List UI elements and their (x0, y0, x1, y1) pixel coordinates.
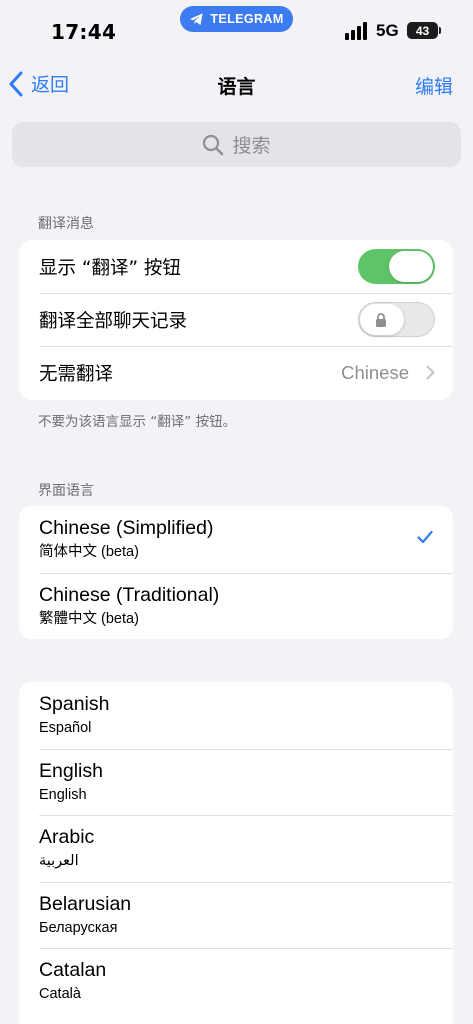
status-time: 17:44 (51, 20, 117, 44)
language-option-belarusian[interactable]: Belarusian Беларуская (19, 881, 453, 949)
toggle-knob (389, 251, 433, 282)
translate-section-footer: 不要为该语言显示 “翻译” 按钮。 (38, 414, 237, 430)
language-native-name: 繁體中文 (beta) (39, 610, 139, 627)
language-name: Arabic (39, 826, 95, 848)
interface-language-group: Chinese (Simplified) 简体中文 (beta) Chinese… (19, 506, 453, 639)
chevron-right-icon (426, 365, 435, 380)
language-option-english[interactable]: English English (19, 748, 453, 816)
translate-settings-group: 显示 “翻译” 按钮 翻译全部聊天记录 无需翻译 Chinese (19, 240, 453, 400)
pill-label: TELEGRAM (210, 12, 284, 26)
page-title: 语言 (217, 76, 256, 98)
language-option-chinese-traditional[interactable]: Chinese (Traditional) 繁體中文 (beta) (19, 572, 453, 640)
language-name: Belarusian (39, 892, 132, 915)
lock-icon (376, 313, 386, 327)
language-native-name: English (39, 786, 87, 803)
language-option-spanish[interactable]: Spanish Español (19, 682, 453, 749)
battery-cap (439, 27, 441, 34)
telegram-plane-icon (190, 12, 203, 25)
language-native-name: 简体中文 (beta) (39, 544, 139, 560)
status-bar: 17:44 TELEGRAM 5G 43 (0, 0, 473, 62)
search-icon (203, 134, 224, 155)
edit-button[interactable]: 编辑 (415, 72, 453, 99)
translate-all-chats-row[interactable]: 翻译全部聊天记录 (19, 293, 453, 346)
language-name: Catalan (39, 959, 107, 981)
navigation-bar: 返回 语言 编辑 (0, 62, 473, 106)
other-languages-group: Spanish Español English English Arabic ا… (19, 682, 453, 1024)
language-native-name: Català (39, 986, 81, 1002)
language-name: English (39, 759, 103, 782)
checkmark-icon (417, 530, 433, 544)
language-native-name: Беларуская (39, 919, 118, 936)
do-not-translate-value: Chinese (341, 361, 409, 383)
signal-icon (345, 22, 369, 40)
language-option-arabic[interactable]: Arabic العربية (19, 815, 453, 882)
row-label: 翻译全部聊天记录 (39, 310, 188, 332)
language-native-name: العربية (39, 853, 79, 869)
show-translate-toggle[interactable] (358, 249, 435, 284)
battery-icon: 43 (407, 22, 438, 39)
show-translate-button-row[interactable]: 显示 “翻译” 按钮 (19, 240, 453, 293)
language-option-catalan[interactable]: Catalan Català (19, 948, 453, 1015)
toggle-knob (360, 304, 404, 335)
language-native-name: Español (39, 720, 92, 736)
battery-level: 43 (415, 23, 430, 38)
language-name: Chinese (Traditional) (39, 583, 220, 606)
translate-all-chats-toggle[interactable] (358, 302, 435, 337)
language-option-chinese-simplified[interactable]: Chinese (Simplified) 简体中文 (beta) (19, 506, 453, 573)
telegram-return-pill[interactable]: TELEGRAM (180, 6, 293, 32)
network-type: 5G (376, 21, 399, 40)
row-label: 无需翻译 (39, 363, 114, 385)
language-name: Spanish (39, 693, 110, 715)
row-label: 显示 “翻译” 按钮 (39, 257, 181, 279)
search-placeholder: 搜索 (232, 135, 271, 157)
search-input[interactable]: 搜索 (12, 122, 461, 167)
interface-language-header: 界面语言 (38, 483, 94, 499)
language-name: Chinese (Simplified) (39, 517, 214, 539)
do-not-translate-row[interactable]: 无需翻译 Chinese (19, 346, 453, 399)
translate-section-header: 翻译消息 (38, 216, 94, 232)
